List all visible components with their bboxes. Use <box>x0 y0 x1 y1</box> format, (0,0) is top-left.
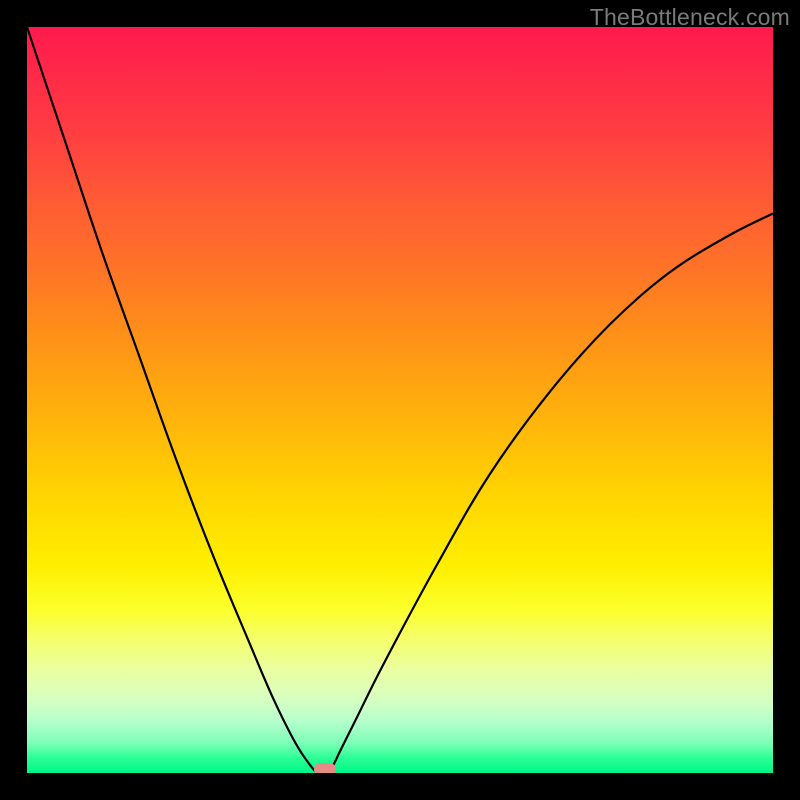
optimal-point-marker <box>314 763 336 773</box>
bottleneck-curve <box>27 27 773 773</box>
plot-area <box>27 27 773 773</box>
watermark-text: TheBottleneck.com <box>590 4 790 31</box>
curve-path <box>27 27 773 773</box>
chart-frame: TheBottleneck.com <box>0 0 800 800</box>
